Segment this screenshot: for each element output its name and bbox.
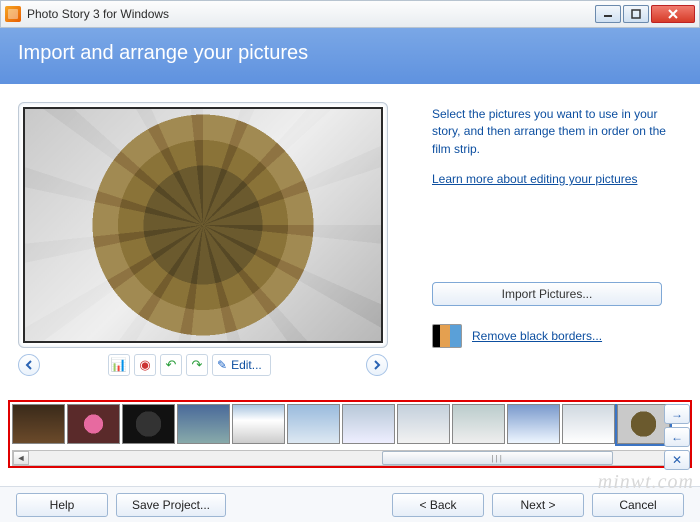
move-right-button[interactable]: →: [664, 404, 690, 424]
delete-thumb-button[interactable]: ✕: [664, 450, 690, 470]
title-bar: Photo Story 3 for Windows: [0, 0, 700, 28]
import-pictures-button[interactable]: Import Pictures...: [432, 282, 662, 306]
filmstrip-thumb[interactable]: [122, 404, 175, 444]
filmstrip-thumb[interactable]: [617, 404, 670, 444]
back-button[interactable]: < Back: [392, 493, 484, 517]
next-image-button[interactable]: [366, 354, 388, 376]
save-project-button[interactable]: Save Project...: [116, 493, 226, 517]
maximize-button[interactable]: [623, 5, 649, 23]
rotate-right-button[interactable]: ↷: [186, 354, 208, 376]
filmstrip-scrollbar[interactable]: ◄ ||| ►: [12, 450, 688, 466]
filmstrip-thumb[interactable]: [67, 404, 120, 444]
arrow-left-icon: ←: [671, 430, 683, 444]
filmstrip-thumb[interactable]: [12, 404, 65, 444]
prev-image-button[interactable]: [18, 354, 40, 376]
rotate-right-icon: ↷: [192, 357, 203, 373]
filmstrip-thumb[interactable]: [287, 404, 340, 444]
filmstrip-thumb[interactable]: [232, 404, 285, 444]
help-button[interactable]: Help: [16, 493, 108, 517]
instruction-text: Select the pictures you want to use in y…: [432, 106, 682, 158]
edit-button-label: Edit...: [231, 358, 262, 372]
preview-toolbar: 📊 ◉ ↶ ↷ ✎ Edit...: [18, 354, 388, 376]
scroll-track[interactable]: |||: [29, 451, 671, 465]
scroll-left-button[interactable]: ◄: [13, 451, 29, 465]
filmstrip-thumb[interactable]: [562, 404, 615, 444]
cancel-button[interactable]: Cancel: [592, 493, 684, 517]
filmstrip-thumb[interactable]: [342, 404, 395, 444]
move-left-button[interactable]: ←: [664, 427, 690, 447]
chevron-right-icon: [373, 360, 381, 370]
preview-image: [23, 107, 383, 343]
filmstrip: [12, 404, 688, 450]
edit-button[interactable]: ✎ Edit...: [212, 354, 271, 376]
app-icon: [5, 6, 21, 22]
filmstrip-highlight: ◄ ||| ►: [8, 400, 692, 468]
wizard-header: Import and arrange your pictures: [0, 28, 700, 84]
x-icon: ✕: [672, 453, 682, 467]
minimize-button[interactable]: [595, 5, 621, 23]
window-title: Photo Story 3 for Windows: [27, 7, 169, 21]
filmstrip-thumb[interactable]: [452, 404, 505, 444]
filmstrip-thumb[interactable]: [177, 404, 230, 444]
preview-frame: [18, 102, 388, 348]
filmstrip-thumb[interactable]: [397, 404, 450, 444]
close-button[interactable]: [651, 5, 695, 23]
pencil-icon: ✎: [217, 358, 227, 372]
chevron-left-icon: [25, 360, 33, 370]
scroll-thumb[interactable]: |||: [382, 451, 613, 465]
arrow-right-icon: →: [671, 407, 683, 421]
red-eye-icon: ◉: [139, 357, 150, 373]
correct-color-button[interactable]: 📊: [108, 354, 130, 376]
page-title: Import and arrange your pictures: [18, 42, 682, 65]
next-button[interactable]: Next >: [492, 493, 584, 517]
color-levels-icon: 📊: [111, 357, 127, 373]
black-border-icon: [432, 324, 462, 348]
rotate-left-button[interactable]: ↶: [160, 354, 182, 376]
learn-more-link[interactable]: Learn more about editing your pictures: [432, 172, 637, 186]
filmstrip-thumb[interactable]: [507, 404, 560, 444]
rotate-left-icon: ↶: [166, 357, 177, 373]
wizard-footer: Help Save Project... < Back Next > Cance…: [0, 486, 700, 522]
red-eye-button[interactable]: ◉: [134, 354, 156, 376]
remove-black-borders-link[interactable]: Remove black borders...: [472, 329, 602, 343]
